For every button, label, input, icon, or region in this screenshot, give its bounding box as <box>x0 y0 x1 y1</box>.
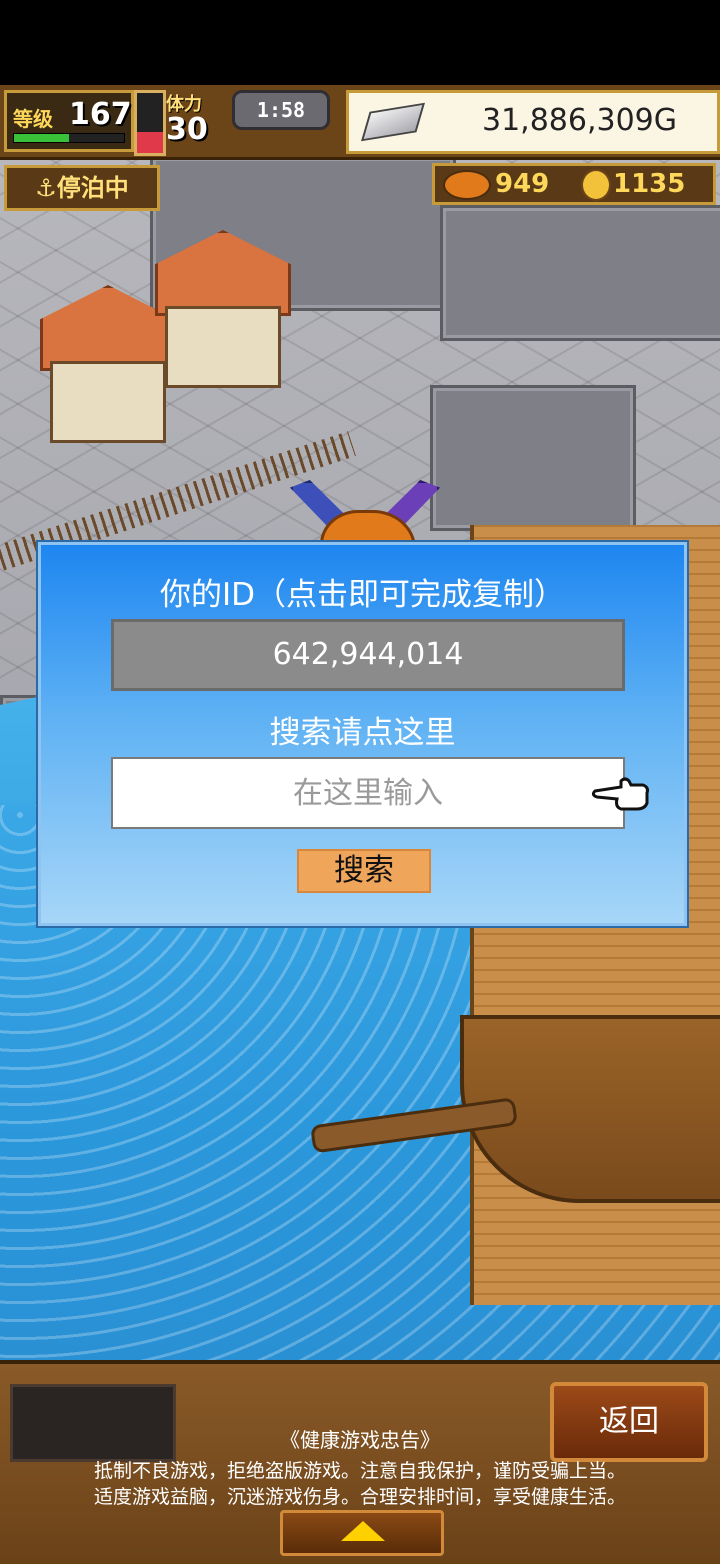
anchored-status[interactable]: ⚓停泊中 <box>4 165 160 211</box>
triangle-up-icon <box>341 1521 385 1541</box>
friend-search-dialog: 你的ID（点击即可完成复制） 642,944,014 搜索请点这里 搜索 <box>38 542 687 926</box>
stone-wall <box>440 205 720 341</box>
health-advisory-title: 《健康游戏忠告》 <box>280 1428 440 1452</box>
bottom-panel: 返回 《健康游戏忠告》 抵制不良游戏，拒绝盗版游戏。注意自我保护，谨防受骗上当。… <box>0 1360 720 1564</box>
stamina-value: 30 <box>166 112 208 147</box>
stamina-panel[interactable]: 体力 30 <box>166 90 230 146</box>
gold-value: 31,886,309G <box>481 103 677 138</box>
hp-gauge <box>134 90 166 156</box>
level-progress-bar <box>13 133 125 143</box>
health-advisory-line-2: 适度游戏益脑，沉迷游戏伤身。合理安排时间，享受健康生活。 <box>93 1486 626 1508</box>
gold-ingot-icon <box>361 102 425 142</box>
medal-count: 949 <box>495 169 550 199</box>
system-status-bar <box>0 0 720 85</box>
coin-icon <box>581 169 611 201</box>
meat-icon <box>443 170 491 200</box>
health-advisory-line-1: 抵制不良游戏，拒绝盗版游戏。注意自我保护，谨防受骗上当。 <box>93 1460 626 1482</box>
search-input-container[interactable] <box>111 757 625 829</box>
search-input[interactable] <box>113 759 623 827</box>
search-button[interactable]: 搜索 <box>297 849 431 893</box>
pointing-hand-icon <box>591 777 649 811</box>
stone-wall <box>430 385 636 531</box>
level-label: 等级 <box>13 107 53 131</box>
stamina-timer: 1:58 <box>232 90 330 130</box>
coin-count: 1135 <box>613 169 686 199</box>
house[interactable] <box>155 230 295 390</box>
expand-menu-button[interactable] <box>280 1510 444 1556</box>
level-value: 167 <box>69 97 132 132</box>
currency-panel[interactable]: 949 1135 <box>432 163 716 205</box>
gold-panel[interactable]: 31,886,309G <box>346 90 720 154</box>
search-label: 搜索请点这里 <box>269 715 456 751</box>
anchored-label: 停泊中 <box>56 174 129 202</box>
player-id-box[interactable]: 642,944,014 <box>111 619 625 691</box>
level-panel[interactable]: 等级 167 <box>4 90 134 152</box>
dialog-title[interactable]: 你的ID（点击即可完成复制） <box>41 569 684 614</box>
